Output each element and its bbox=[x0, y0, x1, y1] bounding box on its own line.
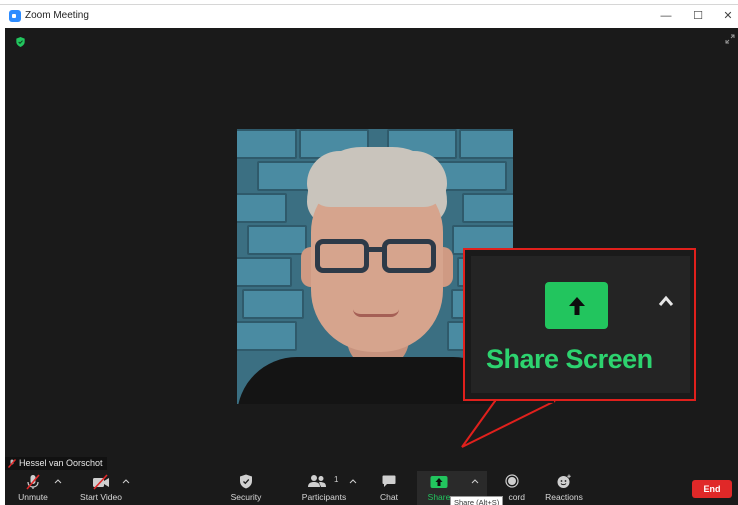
microphone-muted-icon bbox=[26, 474, 40, 490]
share-screen-callout: Share Screen bbox=[463, 248, 696, 401]
chat-bubble-icon bbox=[382, 475, 396, 487]
encryption-shield-icon[interactable] bbox=[16, 37, 25, 47]
participants-options-chevron-icon[interactable] bbox=[349, 477, 357, 485]
window-title: Zoom Meeting bbox=[25, 10, 89, 21]
minimize-button[interactable]: — bbox=[657, 7, 675, 25]
reactions-label: Reactions bbox=[545, 492, 583, 502]
chat-label: Chat bbox=[380, 492, 398, 502]
participants-label: Participants bbox=[301, 492, 347, 502]
unmute-label: Unmute bbox=[18, 492, 48, 502]
reactions-button[interactable]: Reactions bbox=[541, 471, 587, 505]
share-screen-toolbar-icon bbox=[430, 476, 448, 488]
end-meeting-button[interactable]: End bbox=[692, 480, 732, 498]
participants-icon bbox=[308, 475, 326, 487]
share-tooltip: Share (Alt+S) bbox=[450, 496, 504, 505]
share-screen-icon bbox=[545, 282, 608, 329]
unmute-button[interactable]: Unmute bbox=[11, 471, 55, 505]
close-button[interactable]: ✕ bbox=[719, 7, 737, 25]
participant-name: Hessel van Oorschot bbox=[19, 458, 103, 468]
meeting-toolbar: Unmute Start Video Security 1 Participan… bbox=[5, 471, 738, 505]
audio-options-chevron-icon[interactable] bbox=[54, 477, 62, 485]
chevron-up-icon bbox=[658, 295, 674, 306]
zoom-app-icon bbox=[9, 10, 21, 22]
video-off-icon bbox=[93, 474, 109, 490]
muted-mic-icon bbox=[8, 459, 16, 468]
maximize-button[interactable]: ☐ bbox=[689, 7, 707, 25]
start-video-label: Start Video bbox=[80, 492, 122, 502]
security-button[interactable]: Security bbox=[223, 471, 269, 505]
security-label: Security bbox=[230, 492, 262, 502]
participant-name-tag: Hessel van Oorschot bbox=[5, 457, 107, 470]
fullscreen-icon[interactable] bbox=[725, 34, 735, 44]
participants-button[interactable]: 1 Participants bbox=[294, 471, 354, 505]
participants-count: 1 bbox=[334, 475, 339, 484]
smiley-plus-icon bbox=[557, 474, 571, 488]
share-screen-label: Share Screen bbox=[486, 344, 653, 374]
chat-button[interactable]: Chat bbox=[373, 471, 405, 505]
start-video-button[interactable]: Start Video bbox=[73, 471, 129, 505]
share-options-chevron-icon[interactable] bbox=[471, 477, 479, 485]
window-titlebar: Zoom Meeting — ☐ ✕ bbox=[0, 4, 738, 28]
record-icon bbox=[505, 474, 519, 488]
security-shield-icon bbox=[240, 474, 252, 489]
video-options-chevron-icon[interactable] bbox=[122, 477, 130, 485]
